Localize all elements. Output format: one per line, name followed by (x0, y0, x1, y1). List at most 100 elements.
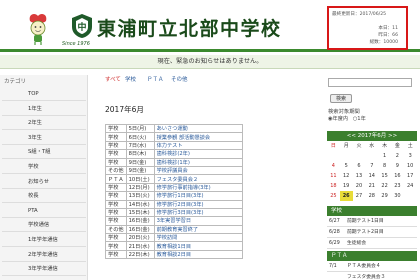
calendar-weekday: 火 (356, 143, 362, 149)
calendar-day[interactable]: 25 (327, 191, 340, 201)
tab-other[interactable]: その他 (171, 75, 188, 83)
event-title[interactable]: 教育相談1日目 (153, 241, 244, 251)
calendar-header[interactable]: << 2017年6月 >> (327, 131, 417, 141)
event-title[interactable]: 3年実習学習日 (153, 216, 244, 226)
radio-fiscal-year-label: 年度内 (332, 116, 349, 122)
site-header: Since 1976 中 東浦町立北部中学校 最終更新日：2017/06/25 … (0, 0, 420, 52)
schedule-title: ＰＴＡ委員会４ (347, 264, 381, 269)
sidebar-item[interactable]: 1年学年通信 (2, 234, 86, 247)
calendar-day[interactable]: 16 (391, 171, 404, 181)
calendar-day[interactable]: 15 (378, 171, 391, 181)
since-label: Since 1976 (62, 41, 90, 47)
event-date: 9日(金) (125, 157, 155, 167)
search-input[interactable] (328, 78, 412, 87)
event-title[interactable]: 教育相談2日目 (153, 249, 244, 260)
event-title[interactable]: フェスタ委員会２ (153, 174, 244, 184)
sidebar-item[interactable]: 2年生 (2, 117, 86, 131)
calendar-day[interactable]: 24 (404, 181, 417, 191)
event-row: 学校 5日(月) あいさつ運動 (105, 123, 244, 134)
right-column: 検索 検索対象期間 ◉年度内 ○1年 << 2017年6月 >> 日 月 火 水 木金 土… (323, 75, 420, 280)
event-title[interactable]: 学校評議員会 (153, 165, 244, 176)
sidebar-item[interactable]: S組・T組 (2, 146, 86, 160)
event-date: 10日(土) (125, 174, 155, 184)
calendar-day[interactable]: 4 (327, 161, 340, 171)
sidebar-item[interactable]: 校長 (2, 190, 86, 204)
event-date: 22日(木) (125, 249, 155, 260)
tab-all[interactable]: すべて (105, 75, 121, 83)
event-title[interactable]: 前期教育実習終了 (153, 224, 244, 235)
schedule-row[interactable]: フェスタ委員会３ (327, 273, 417, 280)
sidebar-item[interactable]: 3年学年通信 (2, 263, 86, 277)
calendar-day[interactable]: 14 (365, 171, 378, 181)
calendar-day[interactable]: 22 (378, 181, 391, 191)
event-date: 12日(月) (125, 182, 155, 193)
calendar-day[interactable]: 27 (353, 191, 366, 201)
schedule-title: フェスタ委員会３ (347, 275, 386, 280)
sidebar: カテゴリ TOP 1年生 2年生 3年生 S組・T組 学校 お知らせ 校長 PTA 学校通信 1年学… (0, 75, 88, 280)
schedule-row[interactable]: 6/28 前期テスト2日目 (327, 228, 417, 238)
event-title[interactable]: 歯科検診(1年) (153, 157, 244, 167)
sidebar-item[interactable]: PTA (2, 205, 86, 218)
tab-school[interactable]: 学校 (125, 75, 136, 83)
calendar-day[interactable]: 19 (340, 181, 353, 191)
event-row: 学校 12日(月) 修学旅行事前指導(3年) (105, 182, 244, 193)
event-title[interactable]: 修学旅行3日目(3年) (153, 207, 244, 218)
counter-today: 本日：11 (378, 26, 398, 31)
schedule-row[interactable]: 7/1 ＰＴＡ委員会４ (327, 262, 417, 272)
sidebar-item[interactable]: 2年学年通信 (2, 249, 86, 262)
sidebar-item[interactable]: 3年生 (2, 132, 86, 145)
calendar-day[interactable]: 9 (391, 161, 404, 171)
calendar-day[interactable]: 2 (391, 151, 404, 161)
schedule-row[interactable]: 6/27 前期テスト1日目 (327, 217, 417, 227)
last-updated: 最終更新日：2017/06/25 (332, 12, 387, 17)
calendar-day[interactable]: 8 (378, 161, 391, 171)
schedule-row[interactable]: 6/29 生徒総会 (327, 239, 417, 249)
event-category: 学校 (105, 241, 127, 251)
search-period-radios[interactable]: ◉年度内 ○1年 (328, 115, 366, 122)
event-title[interactable]: あいさつ運動 (153, 123, 244, 134)
event-title[interactable]: 授業参観 部活動懇談会 (153, 132, 244, 142)
calendar-day[interactable]: 11 (327, 171, 340, 181)
event-title[interactable]: 修学旅行2日目(3年) (153, 199, 244, 209)
calendar-day[interactable]: 6 (353, 161, 366, 171)
event-title[interactable]: 修学旅行1日目(3年) (153, 191, 244, 201)
calendar-day[interactable]: 5 (340, 161, 353, 171)
month-title: 2017年6月 (105, 105, 144, 114)
calendar-today[interactable]: 26 (339, 191, 353, 201)
sidebar-item[interactable]: お知らせ (2, 176, 86, 189)
tab-pta[interactable]: ＰＴＡ (147, 75, 164, 83)
calendar-day[interactable]: 20 (353, 181, 366, 191)
event-date: 8日(木) (125, 149, 155, 159)
calendar-day[interactable]: 1 (378, 151, 391, 161)
calendar-day[interactable]: 3 (404, 151, 417, 161)
calendar-day[interactable]: 10 (404, 161, 417, 171)
event-title[interactable]: 修学旅行事前指導(3年) (153, 182, 244, 193)
sidebar-item[interactable]: TOP (2, 88, 86, 101)
event-category: その他 (105, 165, 127, 176)
sidebar-item[interactable]: 学校通信 (2, 219, 86, 233)
calendar-weekday: 金 (394, 143, 400, 149)
calendar-weekday: 月 (343, 143, 349, 149)
calendar-day[interactable]: 18 (327, 181, 340, 191)
event-title[interactable]: 歯科検診(2年) (153, 149, 244, 159)
calendar-day[interactable]: 7 (365, 161, 378, 171)
event-category: 学校 (105, 123, 127, 134)
calendar-day[interactable]: 13 (353, 171, 366, 181)
sidebar-item[interactable]: 学校 (2, 161, 86, 174)
event-date: 16日(金) (125, 224, 155, 235)
search-button[interactable]: 検索 (330, 94, 352, 103)
event-date: 7日(水) (125, 140, 155, 151)
event-title[interactable]: 体力テスト (153, 140, 244, 151)
calendar-day[interactable]: 30 (391, 191, 404, 201)
calendar-day[interactable]: 23 (391, 181, 404, 191)
sidebar-item[interactable]: 1年生 (2, 103, 86, 116)
calendar-day[interactable]: 12 (340, 171, 353, 181)
notice-bar: 現在、緊急のお知らせはありません。 (0, 55, 420, 69)
calendar-day[interactable]: 21 (365, 181, 378, 191)
event-row: 学校 14日(水) 修学旅行2日目(3年) (105, 199, 244, 209)
event-title[interactable]: 学校訪問 (153, 233, 244, 243)
calendar-day[interactable]: 29 (378, 191, 391, 201)
calendar-day[interactable]: 28 (365, 191, 378, 201)
calendar-day[interactable]: 17 (404, 171, 417, 181)
schedule-title: 前期テスト2日目 (347, 230, 384, 235)
